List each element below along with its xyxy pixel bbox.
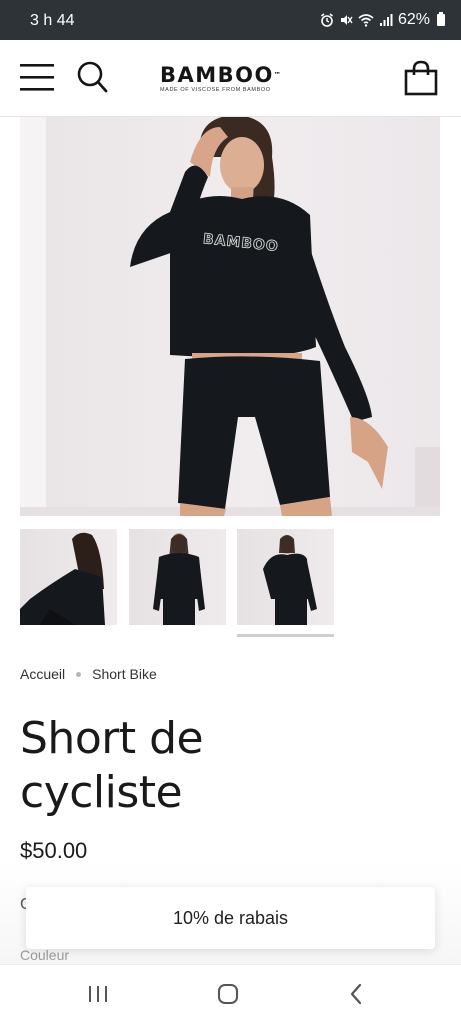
search-icon — [77, 61, 108, 93]
product-title-line-1: Short de — [20, 713, 204, 764]
thumbnail-image-back-view — [20, 532, 105, 625]
discount-banner-text: 10% de rabais — [172, 907, 289, 928]
brand-logo[interactable]: BAMBOO™ MADE OF VISCOSE FROM BAMBOO — [160, 64, 300, 93]
status-icons: 62% — [320, 11, 445, 29]
mute-icon — [340, 15, 353, 25]
site-header: BAMBOO™ MADE OF VISCOSE FROM BAMBOO — [0, 40, 461, 117]
thumbnail-1[interactable] — [20, 529, 117, 625]
product-main-image[interactable]: BAMBOO — [20, 117, 440, 516]
model-wearing-product: BAMBOO — [20, 117, 440, 516]
status-time: 3 h 44 — [30, 12, 75, 29]
selected-thumbnail-indicator — [237, 634, 334, 637]
breadcrumb-home[interactable]: Accueil — [20, 666, 65, 682]
product-title-line-2: cycliste — [20, 767, 183, 818]
battery-icon — [437, 12, 445, 26]
menu-icon — [20, 64, 54, 91]
logo-trademark: ™ — [273, 71, 281, 79]
shopping-bag-icon — [404, 60, 438, 96]
status-bar: 3 h 44 62% — [0, 0, 461, 40]
recent-apps-icon — [89, 986, 107, 1002]
signal-icon — [379, 14, 393, 26]
alarm-icon — [320, 13, 333, 27]
back-icon — [350, 983, 362, 1005]
wifi-icon — [358, 14, 374, 27]
back-button[interactable] — [346, 982, 366, 1006]
thumbnail-image-pose-view — [263, 535, 317, 625]
thumbnail-image-front-view — [153, 533, 205, 625]
home-icon — [218, 984, 238, 1004]
cart-button[interactable] — [404, 60, 438, 96]
discount-banner[interactable]: 10% de rabais — [26, 887, 435, 949]
breadcrumb-separator — [76, 671, 82, 677]
product-title: Short de cycliste — [20, 712, 320, 820]
system-navigation-bar — [0, 964, 461, 1025]
color-label: Couleur — [20, 947, 70, 963]
product-price: $50.00 — [20, 838, 88, 863]
home-button[interactable] — [216, 982, 240, 1006]
menu-button[interactable] — [20, 62, 54, 92]
logo-text: BAMBOO — [160, 63, 274, 87]
breadcrumb-category[interactable]: Short Bike — [92, 666, 157, 682]
breadcrumb: Accueil Short Bike — [20, 666, 157, 682]
search-button[interactable] — [76, 60, 108, 94]
thumbnail-3[interactable] — [237, 529, 334, 625]
logo-tagline: MADE OF VISCOSE FROM BAMBOO — [160, 87, 271, 93]
thumbnail-2[interactable] — [129, 529, 226, 625]
recent-apps-button[interactable] — [86, 983, 110, 1005]
battery-percent: 62% — [397, 11, 430, 28]
